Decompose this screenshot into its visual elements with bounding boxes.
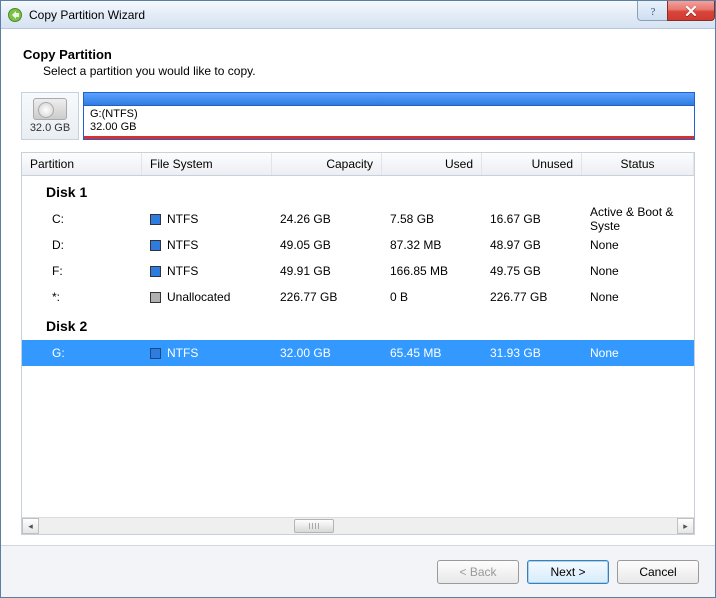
col-capacity[interactable]: Capacity [272,153,382,175]
page-subtitle: Select a partition you would like to cop… [43,64,695,78]
list-header: Partition File System Capacity Used Unus… [22,152,694,176]
cell-used: 166.85 MB [382,264,482,278]
cell-capacity: 226.77 GB [272,290,382,304]
col-status[interactable]: Status [582,153,694,175]
table-row[interactable]: G: NTFS 32.00 GB 65.45 MB 31.93 GB None [22,340,694,366]
next-button[interactable]: Next > [527,560,609,584]
cell-used: 65.45 MB [382,346,482,360]
scroll-right-button[interactable]: ▸ [677,518,694,534]
group-disk2: Disk 2 [22,310,694,340]
partition-bar-size: 32.00 GB [90,121,688,134]
cell-filesystem: NTFS [142,264,272,278]
cell-capacity: 49.05 GB [272,238,382,252]
cell-filesystem: Unallocated [142,290,272,304]
cell-status: Active & Boot & Syste [582,205,694,233]
partition-bar-bottom [84,136,694,139]
fs-swatch-icon [150,214,161,225]
cell-used: 0 B [382,290,482,304]
group-disk1: Disk 1 [22,176,694,206]
cell-partition: D: [22,238,142,252]
fs-swatch-icon [150,266,161,277]
hdd-icon [33,98,67,120]
cell-status: None [582,264,694,278]
fs-swatch-icon [150,292,161,303]
cell-status: None [582,290,694,304]
cell-status: None [582,346,694,360]
cell-unused: 49.75 GB [482,264,582,278]
table-row[interactable]: *: Unallocated 226.77 GB 0 B 226.77 GB N… [22,284,694,310]
scroll-track[interactable] [39,518,677,534]
disk-visual: 32.0 GB G:(NTFS) 32.00 GB [21,92,695,140]
cell-filesystem: NTFS [142,212,272,226]
col-filesystem[interactable]: File System [142,153,272,175]
col-partition[interactable]: Partition [22,153,142,175]
cell-capacity: 32.00 GB [272,346,382,360]
disk-size-label: 32.0 GB [30,122,70,134]
cell-partition: *: [22,290,142,304]
table-row[interactable]: D: NTFS 49.05 GB 87.32 MB 48.97 GB None [22,232,694,258]
horizontal-scrollbar[interactable]: ◂ ▸ [22,517,694,534]
cancel-button[interactable]: Cancel [617,560,699,584]
cell-unused: 226.77 GB [482,290,582,304]
cell-partition: F: [22,264,142,278]
table-row[interactable]: C: NTFS 24.26 GB 7.58 GB 16.67 GB Active… [22,206,694,232]
disk-icon-box: 32.0 GB [21,92,79,140]
partition-bar[interactable]: G:(NTFS) 32.00 GB [83,92,695,140]
scroll-left-button[interactable]: ◂ [22,518,39,534]
cell-used: 87.32 MB [382,238,482,252]
cell-unused: 16.67 GB [482,212,582,226]
fs-swatch-icon [150,240,161,251]
content: Copy Partition Select a partition you wo… [1,29,715,545]
cell-status: None [582,238,694,252]
cell-unused: 31.93 GB [482,346,582,360]
back-button[interactable]: < Back [437,560,519,584]
fs-swatch-icon [150,348,161,359]
titlebar: Copy Partition Wizard ? [1,1,715,29]
list-body: Disk 1 C: NTFS 24.26 GB 7.58 GB 16.67 GB… [22,176,694,517]
partition-list: Partition File System Capacity Used Unus… [21,152,695,535]
cell-used: 7.58 GB [382,212,482,226]
cell-capacity: 24.26 GB [272,212,382,226]
cell-partition: C: [22,212,142,226]
help-button[interactable]: ? [637,1,667,21]
partition-bar-info: G:(NTFS) 32.00 GB [84,106,694,136]
partition-bar-label: G:(NTFS) [90,108,688,121]
col-used[interactable]: Used [382,153,482,175]
page-title: Copy Partition [23,47,693,62]
window-controls: ? [637,1,715,21]
table-row[interactable]: F: NTFS 49.91 GB 166.85 MB 49.75 GB None [22,258,694,284]
cell-unused: 48.97 GB [482,238,582,252]
cell-filesystem: NTFS [142,238,272,252]
cell-filesystem: NTFS [142,346,272,360]
cell-partition: G: [22,346,142,360]
scroll-thumb[interactable] [294,519,334,533]
svg-text:?: ? [650,6,655,17]
partition-bar-fill [84,93,694,106]
cell-capacity: 49.91 GB [272,264,382,278]
footer: < Back Next > Cancel [1,545,715,597]
close-button[interactable] [667,1,715,21]
col-unused[interactable]: Unused [482,153,582,175]
window-title: Copy Partition Wizard [29,8,145,22]
app-icon [7,7,23,23]
